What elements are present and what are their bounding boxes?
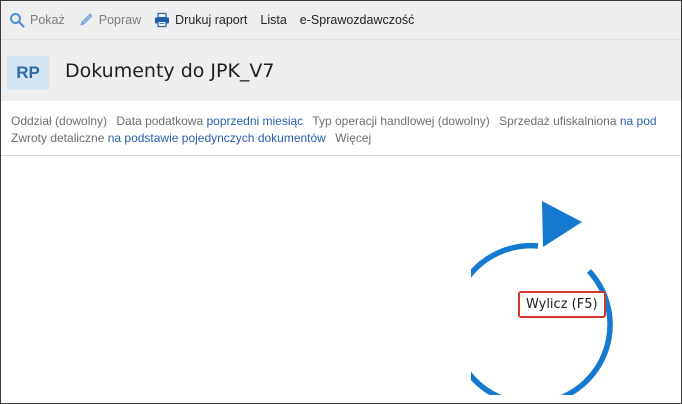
pencil-icon — [80, 13, 93, 26]
printer-icon — [155, 12, 170, 28]
search-icon — [10, 13, 25, 28]
print-report-label: Drukuj raport — [175, 13, 248, 27]
tax-date-value[interactable]: poprzedni miesiąc — [206, 114, 303, 128]
retail-returns-value[interactable]: na podstawie pojedynczych dokumentów — [108, 131, 326, 145]
calculate-button-label: Wylicz (F5) — [526, 297, 598, 312]
edit-button-label: Popraw — [98, 13, 142, 27]
e-reporting-label: e-Sprawozdawczość — [299, 13, 415, 27]
retail-returns-label: Zwroty detaliczne — [11, 131, 105, 145]
more-filters-link[interactable]: Więcej — [335, 131, 371, 145]
app-window: Pokaż Popraw Drukuj raport Lista e-Spraw… — [0, 0, 682, 404]
filter-bar: Oddział (dowolny) Data podatkowa poprzed… — [1, 102, 681, 156]
module-badge: RP — [7, 56, 49, 90]
list-button[interactable]: Lista — [260, 13, 286, 27]
print-report-button[interactable]: Drukuj raport — [154, 12, 247, 28]
list-button-label: Lista — [260, 13, 287, 27]
fiscal-sales-value[interactable]: na pod — [620, 114, 657, 128]
filter-row-1: Oddział (dowolny) Data podatkowa poprzed… — [11, 114, 657, 128]
filter-row-2: Zwroty detaliczne na podstawie pojedyncz… — [11, 131, 371, 145]
branch-filter[interactable]: Oddział (dowolny) — [11, 114, 107, 128]
fiscal-sales-label: Sprzedaż ufiskalniona — [499, 114, 617, 128]
toolbar: Pokaż Popraw Drukuj raport Lista e-Spraw… — [1, 1, 681, 39]
calculation-area — [1, 157, 681, 403]
tax-date-label: Data podatkowa — [116, 114, 204, 128]
operation-type-filter[interactable]: Typ operacji handlowej (dowolny) — [312, 114, 489, 128]
page-title: Dokumenty do JPK_V7 — [65, 60, 275, 82]
e-reporting-button[interactable]: e-Sprawozdawczość — [300, 13, 415, 27]
calculate-button[interactable]: Wylicz (F5) — [518, 291, 606, 318]
show-button[interactable]: Pokaż — [9, 12, 65, 28]
edit-button[interactable]: Popraw — [78, 12, 141, 28]
page-header: RP Dokumenty do JPK_V7 — [1, 39, 681, 101]
show-button-label: Pokaż — [30, 13, 65, 27]
